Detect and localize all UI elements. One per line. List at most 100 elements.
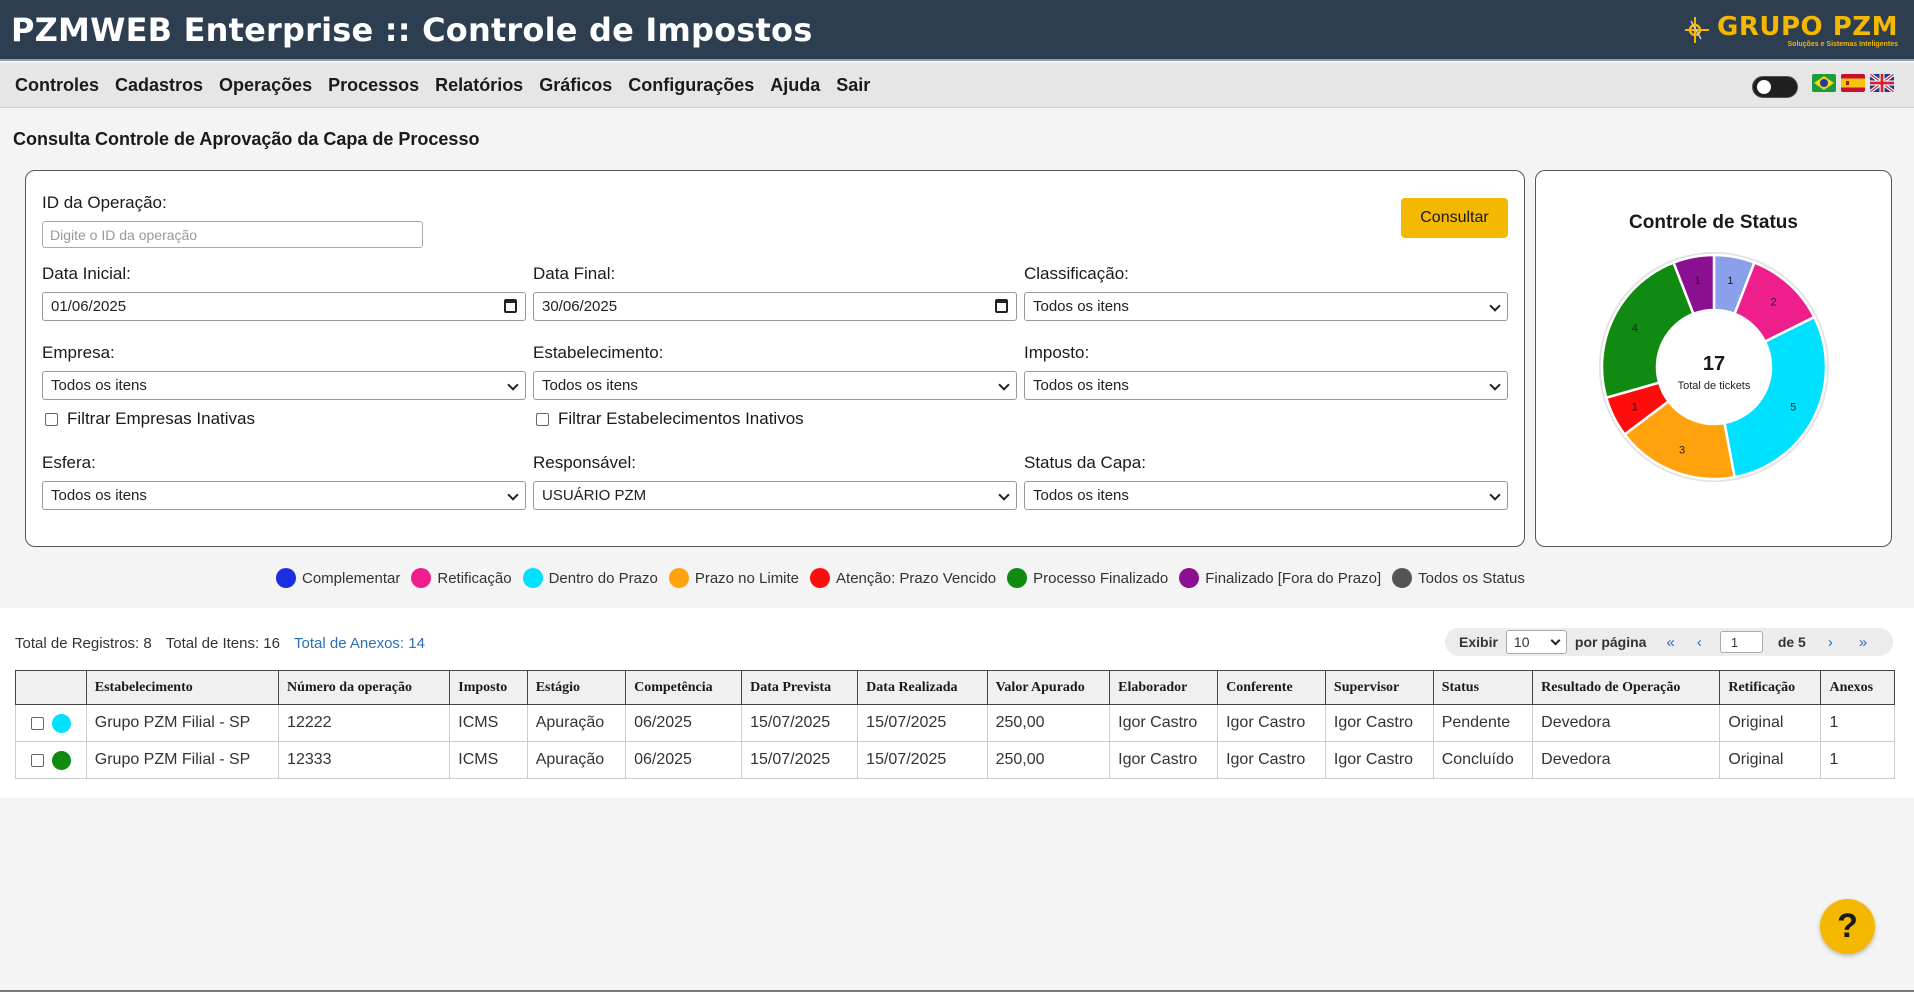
table-cell: 12222: [278, 704, 451, 742]
filtrar-empresas-checkbox[interactable]: [45, 412, 58, 426]
help-button[interactable]: ?: [1820, 899, 1875, 954]
next-page-button[interactable]: ›: [1828, 634, 1833, 651]
menu-item-controles[interactable]: Controles: [15, 75, 99, 96]
table-cell: Apuração: [526, 741, 627, 779]
column-header[interactable]: [15, 670, 87, 705]
filtrar-empresas-label: Filtrar Empresas Inativas: [67, 409, 255, 428]
table-cell: Pendente: [1432, 704, 1534, 742]
logo-mark-icon: [1685, 17, 1710, 43]
menu-item-ajuda[interactable]: Ajuda: [770, 75, 820, 96]
legend-item[interactable]: Prazo no Limite: [668, 568, 800, 588]
data-inicial-field[interactable]: 01/06/2025: [42, 292, 526, 321]
filtrar-empresas-inativas[interactable]: Filtrar Empresas Inativas: [45, 409, 255, 429]
legend-item[interactable]: Complementar: [276, 568, 400, 588]
imposto-value: Todos os itens: [1033, 377, 1129, 394]
uk-flag-icon[interactable]: [1870, 74, 1894, 92]
data-inicial-value: 01/06/2025: [51, 298, 127, 315]
filtrar-estabelecimentos-inativos[interactable]: Filtrar Estabelecimentos Inativos: [536, 409, 804, 429]
brazil-flag-icon[interactable]: [1812, 74, 1836, 92]
total-itens: Total de Itens: 16: [165, 635, 280, 652]
last-page-button[interactable]: »: [1859, 634, 1867, 651]
toggle-knob: [1757, 80, 1771, 94]
column-header[interactable]: Estágio: [526, 670, 627, 705]
legend-label: Todos os Status: [1418, 569, 1525, 587]
column-header[interactable]: Valor Apurado: [986, 670, 1111, 705]
row-checkbox[interactable]: [31, 753, 44, 767]
column-header[interactable]: Elaborador: [1109, 670, 1219, 705]
spain-flag-icon[interactable]: [1841, 74, 1865, 92]
table-row[interactable]: Grupo PZM Filial - SP 12222 ICMS Apuração 06…: [15, 704, 1895, 742]
table-cell: Igor Castro: [1109, 704, 1219, 742]
prev-page-button[interactable]: ‹: [1697, 634, 1702, 651]
legend-item[interactable]: Todos os Status: [1392, 568, 1525, 588]
data-final-value: 30/06/2025: [542, 298, 618, 315]
page-number-input[interactable]: 1: [1719, 631, 1763, 653]
imposto-label: Imposto:: [1024, 343, 1090, 362]
column-header[interactable]: Retificação: [1719, 670, 1822, 705]
empresa-select[interactable]: Todos os itens: [42, 371, 526, 400]
table-cell: Igor Castro: [1109, 741, 1219, 779]
estabelecimento-select[interactable]: Todos os itens: [533, 371, 1017, 400]
legend-dot: [1007, 568, 1028, 588]
menu-item-relatorios[interactable]: Relatórios: [435, 75, 523, 96]
legend-item[interactable]: Finalizado [Fora do Prazo]: [1179, 568, 1381, 588]
column-header[interactable]: Anexos: [1820, 670, 1895, 705]
column-header[interactable]: Resultado de Operação: [1532, 670, 1721, 705]
calendar-icon[interactable]: [995, 299, 1008, 313]
legend-label: Prazo no Limite: [694, 569, 800, 587]
esfera-select[interactable]: Todos os itens: [42, 481, 526, 510]
row-checkbox[interactable]: [31, 716, 44, 730]
status-legend: Complementar Retificação Dentro do Prazo Pr…: [276, 568, 1527, 588]
table-cell: Grupo PZM Filial - SP: [85, 704, 280, 742]
column-header[interactable]: Supervisor: [1324, 670, 1434, 705]
imposto-select[interactable]: Todos os itens: [1024, 371, 1508, 400]
data-final-field[interactable]: 30/06/2025: [533, 292, 1017, 321]
id-operacao-label: ID da Operação:: [42, 193, 167, 212]
column-header[interactable]: Número da operação: [278, 670, 451, 705]
column-header[interactable]: Conferente: [1217, 670, 1326, 705]
menu-item-processos[interactable]: Processos: [328, 75, 419, 96]
donut-slice-label: 1: [1632, 401, 1638, 413]
column-header[interactable]: Status: [1432, 670, 1534, 705]
column-header[interactable]: Data Prevista: [741, 670, 859, 705]
main-menu: Controles Cadastros Operações Processos …: [15, 75, 870, 96]
legend-item[interactable]: Atenção: Prazo Vencido: [810, 568, 996, 588]
classificacao-select[interactable]: Todos os itens: [1024, 292, 1508, 321]
responsavel-select[interactable]: USUÁRIO PZM: [533, 481, 1017, 510]
column-header[interactable]: Imposto: [449, 670, 528, 705]
donut-slice-label: 3: [1679, 445, 1685, 457]
legend-label: Complementar: [302, 569, 401, 587]
filtrar-estab-label: Filtrar Estabelecimentos Inativos: [558, 409, 804, 428]
legend-item[interactable]: Dentro do Prazo: [522, 568, 658, 588]
menu-item-configuracoes[interactable]: Configurações: [628, 75, 754, 96]
chevron-down-icon: [1489, 489, 1501, 501]
column-header[interactable]: Estabelecimento: [85, 670, 280, 705]
empresa-value: Todos os itens: [51, 377, 147, 394]
menu-item-sair[interactable]: Sair: [836, 75, 870, 96]
table-cell: 15/07/2025: [741, 704, 859, 742]
legend-item[interactable]: Retificação: [411, 568, 512, 588]
menu-item-cadastros[interactable]: Cadastros: [115, 75, 203, 96]
empresa-label: Empresa:: [42, 343, 115, 362]
row-select-cell: [15, 704, 87, 742]
per-page-select[interactable]: 10: [1505, 630, 1567, 654]
id-operacao-input[interactable]: Digite o ID da operação: [42, 221, 423, 248]
table-cell: Apuração: [526, 704, 627, 742]
legend-dot: [668, 568, 689, 588]
status-capa-select[interactable]: Todos os itens: [1024, 481, 1508, 510]
table-cell: 250,00: [986, 704, 1111, 742]
table-cell: Igor Castro: [1324, 741, 1434, 779]
consultar-button[interactable]: Consultar: [1401, 198, 1508, 238]
legend-item[interactable]: Processo Finalizado: [1007, 568, 1168, 588]
column-header[interactable]: Competência: [625, 670, 743, 705]
total-anexos-link[interactable]: Total de Anexos: 14: [294, 635, 425, 652]
menu-item-graficos[interactable]: Gráficos: [539, 75, 612, 96]
menu-item-operacoes[interactable]: Operações: [219, 75, 312, 96]
calendar-icon[interactable]: [504, 299, 517, 313]
legend-dot: [276, 568, 296, 588]
filtrar-estab-checkbox[interactable]: [536, 412, 549, 426]
first-page-button[interactable]: «: [1666, 634, 1674, 651]
table-row[interactable]: Grupo PZM Filial - SP 12333 ICMS Apuração 06…: [15, 741, 1895, 779]
theme-toggle[interactable]: [1752, 76, 1798, 98]
column-header[interactable]: Data Realizada: [857, 670, 988, 705]
